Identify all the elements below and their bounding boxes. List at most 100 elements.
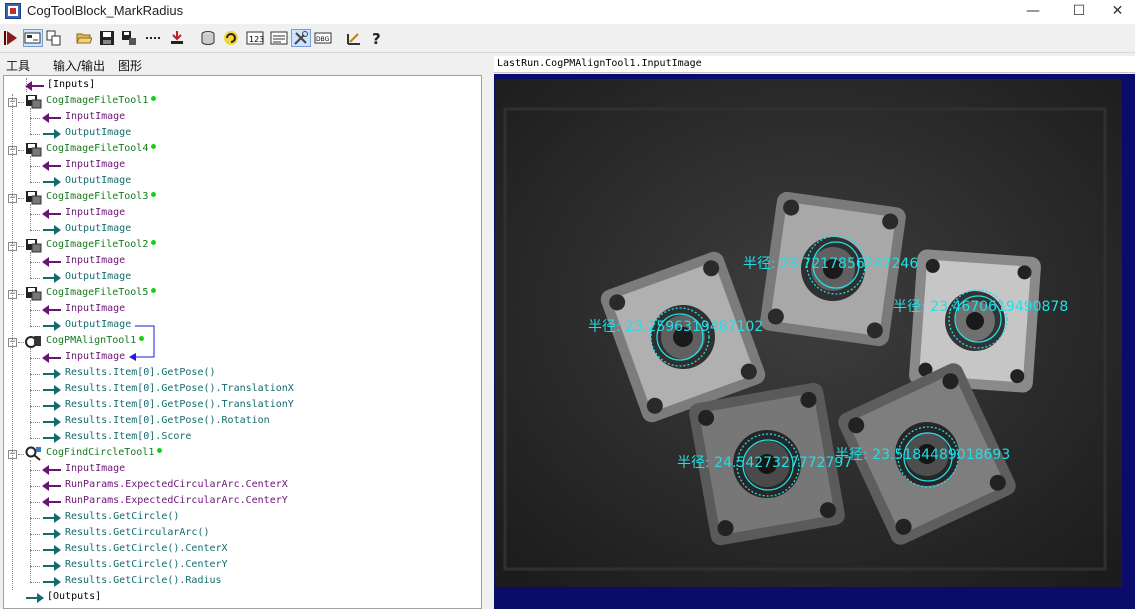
part-2: [909, 249, 1041, 393]
run-icon[interactable]: [3, 30, 19, 46]
tree-item-label: Results.GetCircle().CenterX: [65, 543, 228, 554]
tree-item-label: OutputImage: [65, 175, 132, 186]
camera-image[interactable]: 半径: 23.7217856247246 半径: 23.467061949087…: [495, 79, 1122, 587]
toolbar: 123 DBG ?: [0, 25, 1135, 53]
tree-item-label: [Inputs]: [47, 79, 96, 90]
tree-item-label: [Outputs]: [47, 591, 102, 602]
database-icon[interactable]: [200, 30, 216, 46]
tree-item[interactable]: InputImage: [4, 302, 481, 318]
tree-item-label: InputImage: [65, 463, 126, 474]
image-file-tool-icon: [26, 239, 42, 253]
tree-tool-cogpmaligntool1[interactable]: − CogPMAlignTool1: [4, 334, 481, 350]
tree-item[interactable]: InputImage: [4, 350, 481, 366]
tree-item-label: CogImageFileTool2: [46, 239, 149, 250]
tree-tool-cogimagefiletool2[interactable]: − CogImageFileTool2: [4, 238, 481, 254]
radius-label-1: 半径: 23.7217856247246: [743, 256, 919, 272]
tree-item[interactable]: Results.GetCircle(): [4, 510, 481, 526]
output-arrow-icon: [43, 225, 61, 235]
tree-item[interactable]: OutputImage: [4, 270, 481, 286]
tree-item[interactable]: Results.Item[0].GetPose().TranslationY: [4, 398, 481, 414]
tab-tools[interactable]: 工具: [6, 57, 30, 74]
measure-icon[interactable]: [346, 30, 362, 46]
output-arrow-icon: [43, 401, 61, 411]
tree-item[interactable]: Results.Item[0].GetPose().TranslationX: [4, 382, 481, 398]
image-file-tool-icon: [26, 191, 42, 205]
tree-tool-cogimagefiletool1[interactable]: − CogImageFileTool1: [4, 94, 481, 110]
numeric-icon[interactable]: 123: [246, 30, 264, 46]
tree-item-label: CogImageFileTool5: [46, 287, 149, 298]
tool-view-icon[interactable]: [23, 29, 43, 47]
maximize-button[interactable]: ☐: [1056, 0, 1102, 24]
view-title: LastRun.CogPMAlignTool1.InputImage: [497, 58, 702, 69]
form-icon[interactable]: [270, 30, 288, 46]
tree-item-label: OutputImage: [65, 271, 132, 282]
import-icon[interactable]: [169, 30, 185, 46]
tree-item[interactable]: InputImage: [4, 110, 481, 126]
tree-item[interactable]: OutputImage: [4, 126, 481, 142]
tree-item-label: InputImage: [65, 255, 126, 266]
tab-graphics[interactable]: 图形: [118, 57, 142, 74]
tree-item-label: InputImage: [65, 303, 126, 314]
tree-tool-cogimagefiletool5[interactable]: − CogImageFileTool5: [4, 286, 481, 302]
tree-item[interactable]: Results.GetCircularArc(): [4, 526, 481, 542]
input-arrow-icon: [42, 481, 61, 491]
save-icon[interactable]: [99, 30, 115, 46]
output-arrow-icon: [26, 593, 44, 603]
refresh-icon[interactable]: [223, 30, 239, 46]
tab-io[interactable]: 输入/输出: [53, 57, 105, 74]
open-folder-icon[interactable]: [76, 30, 92, 46]
tree-item-label: CogImageFileTool3: [46, 191, 149, 202]
status-dot-icon: [157, 448, 162, 453]
tree-tool-cogimagefiletool3[interactable]: − CogImageFileTool3: [4, 190, 481, 206]
tree-item-label: InputImage: [65, 111, 126, 122]
tree-item[interactable]: RunParams.ExpectedCircularArc.CenterY: [4, 494, 481, 510]
debug-icon[interactable]: DBG: [314, 30, 332, 46]
view-header: LastRun.CogPMAlignTool1.InputImage: [494, 56, 1135, 73]
find-circle-tool-icon: [25, 446, 41, 461]
output-arrow-icon: [43, 177, 61, 187]
input-arrow-icon: [42, 113, 61, 123]
tree-item-label: RunParams.ExpectedCircularArc.CenterX: [65, 479, 288, 490]
image-file-tool-icon: [26, 143, 42, 157]
output-arrow-icon: [43, 433, 61, 443]
tree-item[interactable]: RunParams.ExpectedCircularArc.CenterX: [4, 478, 481, 494]
tree-item-label: CogImageFileTool4: [46, 143, 149, 154]
tree-item-label: InputImage: [65, 207, 126, 218]
tree-item[interactable]: Results.GetCircle().CenterY: [4, 558, 481, 574]
tree-tool-cogfindcircletool1[interactable]: − CogFindCircleTool1: [4, 446, 481, 462]
tree-inputs[interactable]: [Inputs]: [4, 78, 481, 94]
svg-text:123: 123: [249, 35, 264, 44]
title-bar: CogToolBlock_MarkRadius — ☐ ✕: [0, 0, 1135, 24]
tree-item[interactable]: InputImage: [4, 254, 481, 270]
tree-item-label: CogImageFileTool1: [46, 95, 149, 106]
image-display[interactable]: 半径: 23.7217856247246 半径: 23.467061949087…: [494, 74, 1135, 609]
tree-item[interactable]: Results.Item[0].Score: [4, 430, 481, 446]
tree-item[interactable]: InputImage: [4, 206, 481, 222]
tree-item[interactable]: Results.Item[0].GetPose(): [4, 366, 481, 382]
tree-item-label: OutputImage: [65, 223, 132, 234]
input-arrow-icon: [42, 209, 61, 219]
tree-item[interactable]: OutputImage: [4, 318, 481, 334]
tool-tree[interactable]: [Inputs] − CogImageFileTool1 InputImage Outp…: [3, 75, 482, 609]
dots-icon[interactable]: [145, 30, 163, 46]
tree-item[interactable]: Results.Item[0].GetPose().Rotation: [4, 414, 481, 430]
status-dot-icon: [151, 192, 156, 197]
tree-item[interactable]: InputImage: [4, 462, 481, 478]
tree-item[interactable]: OutputImage: [4, 222, 481, 238]
tools-icon[interactable]: [291, 29, 311, 47]
help-icon[interactable]: ?: [369, 30, 385, 46]
tree-item[interactable]: Results.GetCircle().Radius: [4, 574, 481, 590]
floppy-network-icon[interactable]: [121, 30, 137, 46]
input-arrow-icon: [25, 81, 44, 91]
input-arrow-icon: [42, 465, 61, 475]
status-dot-icon: [151, 240, 156, 245]
tree-outputs[interactable]: [Outputs]: [4, 590, 481, 606]
minimize-button[interactable]: —: [1010, 0, 1056, 24]
tree-item[interactable]: InputImage: [4, 158, 481, 174]
tree-item[interactable]: OutputImage: [4, 174, 481, 190]
status-dot-icon: [151, 96, 156, 101]
close-button[interactable]: ✕: [1100, 0, 1135, 24]
tree-item[interactable]: Results.GetCircle().CenterX: [4, 542, 481, 558]
copy-icon[interactable]: [46, 30, 62, 46]
tree-tool-cogimagefiletool4[interactable]: − CogImageFileTool4: [4, 142, 481, 158]
